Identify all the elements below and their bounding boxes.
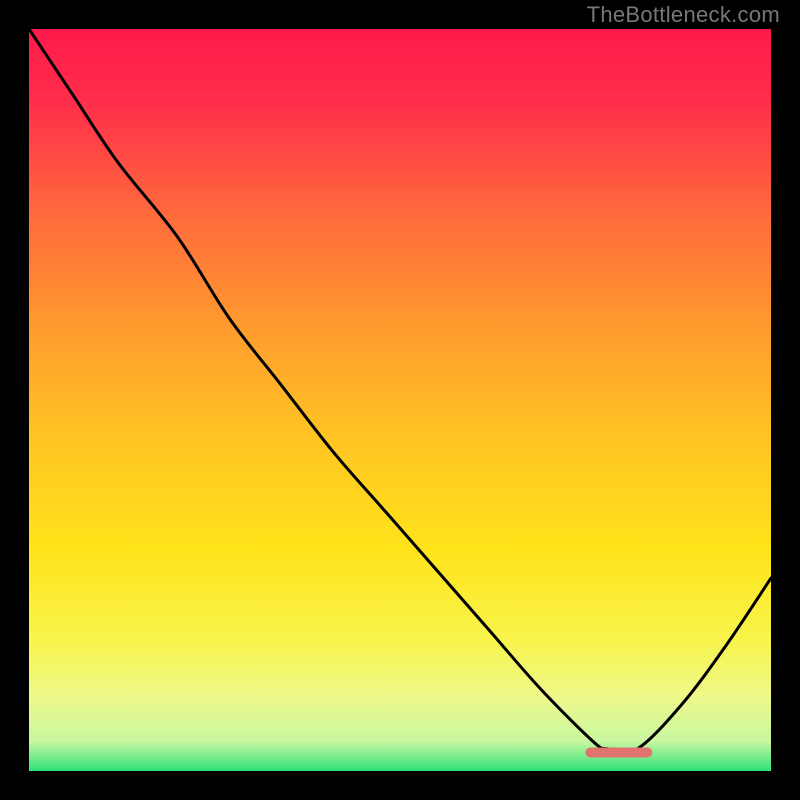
chart-frame: TheBottleneck.com bbox=[0, 0, 800, 800]
plot-svg bbox=[29, 29, 771, 771]
plot-area bbox=[29, 29, 771, 771]
gradient-background bbox=[29, 29, 771, 771]
optimum-marker bbox=[586, 747, 653, 757]
watermark-text: TheBottleneck.com bbox=[587, 2, 780, 28]
